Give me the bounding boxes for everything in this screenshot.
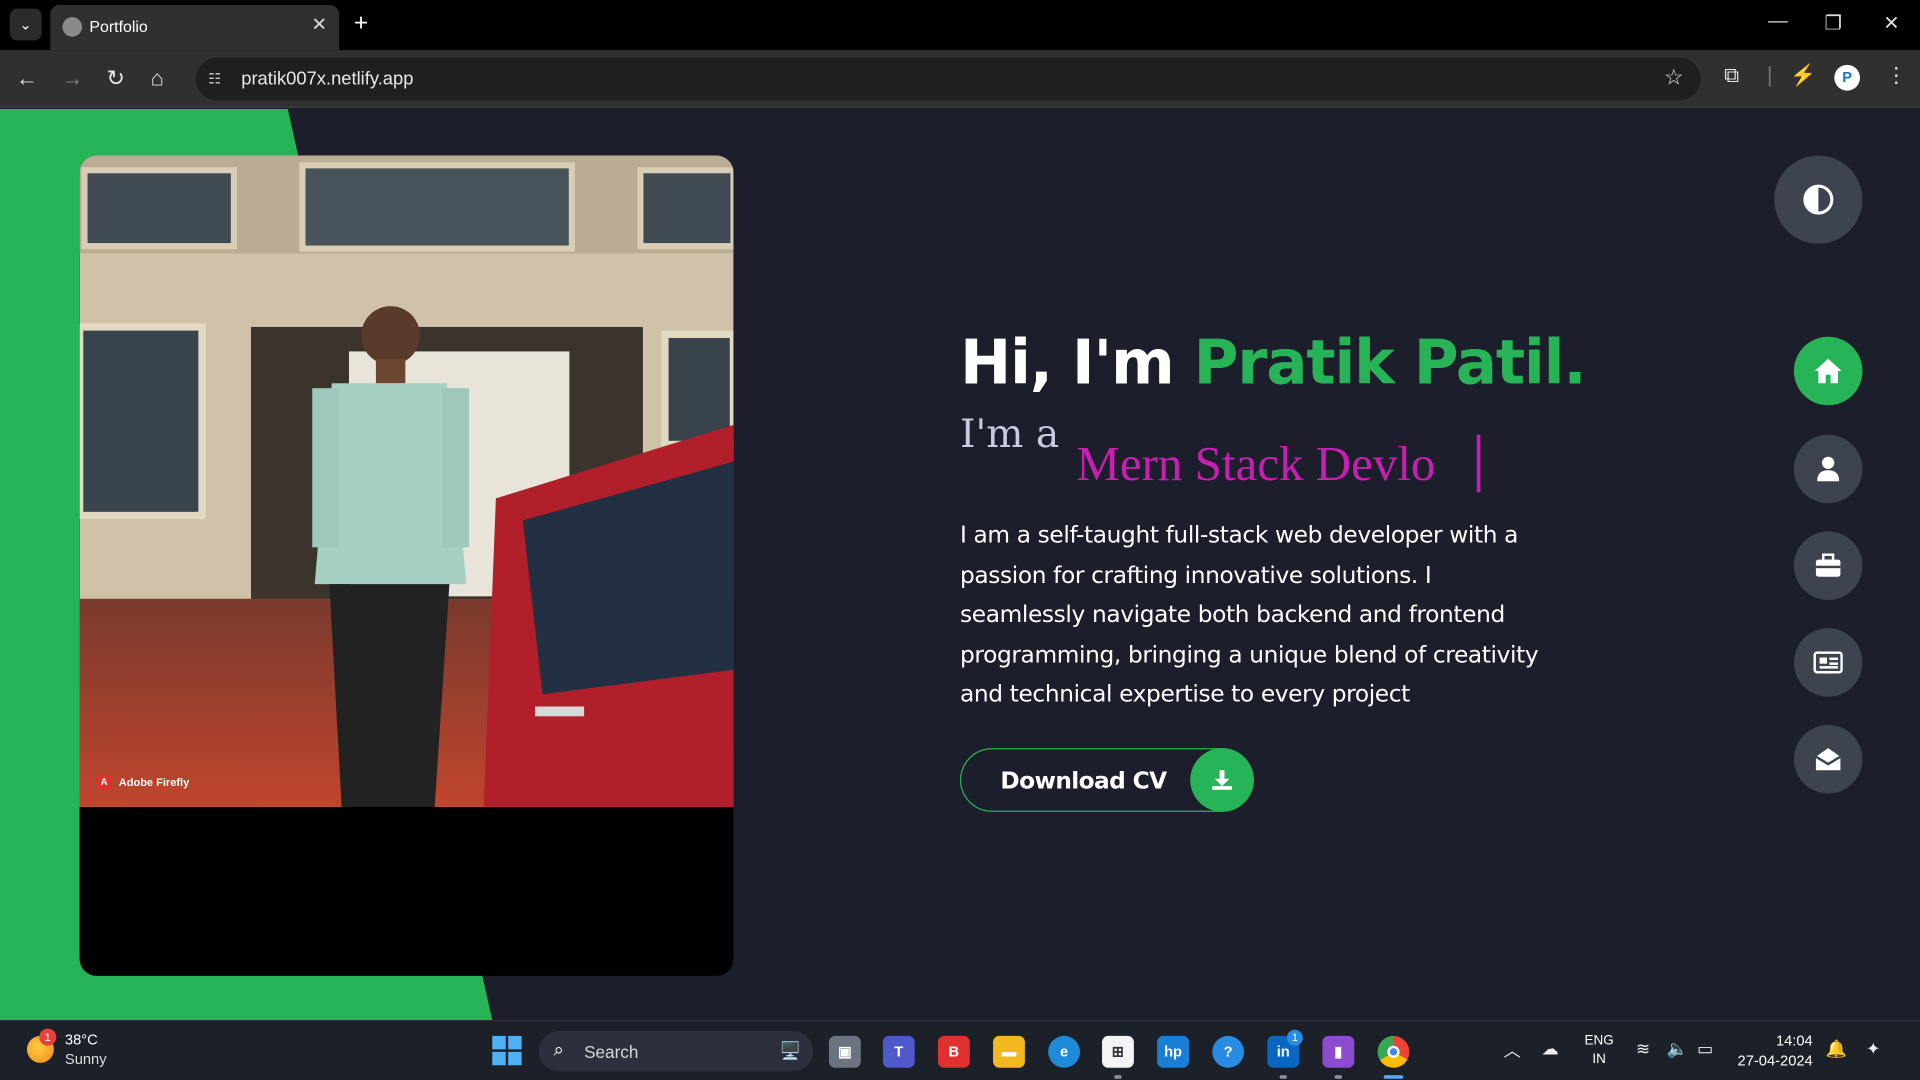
browser-tab[interactable]: Portfolio ✕ (50, 4, 340, 51)
nav-portfolio-button[interactable] (1793, 531, 1863, 601)
bookmark-star-icon[interactable]: ☆ (1664, 65, 1684, 91)
hero-bio: I am a self-taught full-stack web develo… (960, 521, 1539, 709)
clipchamp-icon[interactable]: ▮ (1322, 1035, 1355, 1068)
nav-home-button[interactable] (1793, 336, 1863, 406)
hero-name: Pratik Patil. (1193, 326, 1587, 398)
user-icon (1817, 456, 1840, 482)
nav-about-button[interactable] (1793, 434, 1863, 504)
linkedin-badge: 1 (1286, 1029, 1303, 1046)
hero-greeting: Hi, I'm Pratik Patil. (960, 326, 1587, 398)
battery-icon[interactable]: ▭ (1697, 1038, 1713, 1059)
language-line1: ENG (1584, 1033, 1614, 1049)
performance-icon[interactable]: ⚡ (1790, 64, 1816, 88)
download-cv-button[interactable]: Download CV (960, 748, 1254, 812)
edge-icon[interactable]: e (1048, 1035, 1081, 1068)
browser-toolbar: ← → ↻ ⌂ ☷ pratik007x.netlify.app ☆ ⧉ | ⚡… (0, 50, 1920, 108)
language-line2: IN (1592, 1051, 1606, 1067)
file-explorer-icon[interactable]: ▬ (993, 1035, 1025, 1068)
taskbar-search-box[interactable]: ⌕ Search 🖥️ (538, 1031, 814, 1072)
tab-close-button[interactable]: ✕ (312, 13, 327, 36)
portfolio-page: A Adobe Firefly Hi, I'm Pratik Patil. I'… (0, 108, 1920, 1021)
windows-taskbar: 1 38°C Sunny ⌕ Search 🖥️ ▣ T B ▬ e ⊞ hp … (0, 1020, 1920, 1080)
brave-b-icon[interactable]: B (937, 1035, 970, 1068)
contrast-icon (1803, 184, 1834, 215)
weather-temperature[interactable]: 38°C (65, 1031, 98, 1048)
site-info-icon[interactable]: ☷ (208, 70, 225, 87)
store-running-indicator (1114, 1075, 1122, 1079)
notifications-bell-icon[interactable]: 🔔 (1826, 1038, 1847, 1059)
copilot-icon[interactable]: ✦ (1866, 1038, 1880, 1059)
url-text[interactable]: pratik007x.netlify.app (241, 69, 413, 90)
back-icon[interactable]: ← (16, 65, 38, 92)
reload-icon[interactable]: ↻ (107, 65, 125, 92)
briefcase-icon (1815, 553, 1841, 577)
wifi-icon[interactable]: ≋ (1636, 1038, 1650, 1059)
search-highlight-icon: 🖥️ (779, 1040, 801, 1061)
greeting-prefix: Hi, I'm (960, 326, 1194, 398)
chrome-icon[interactable] (1377, 1035, 1410, 1068)
nav-blog-button[interactable] (1793, 628, 1863, 697)
restore-icon[interactable]: ❐ (1824, 11, 1842, 35)
download-cv-label: Download CV (1000, 767, 1167, 795)
typed-role-text: Mern Stack Devlo (1076, 434, 1481, 493)
menu-kebab-icon[interactable]: ⋮ (1886, 64, 1907, 88)
adobe-firefly-watermark: A Adobe Firefly (96, 775, 190, 790)
microsoft-store-icon[interactable]: ⊞ (1102, 1035, 1134, 1068)
language-indicator[interactable]: ENG IN (1584, 1032, 1613, 1069)
forward-icon[interactable]: → (61, 65, 83, 92)
download-icon[interactable] (1190, 748, 1254, 812)
toolbar-divider: | (1766, 63, 1773, 87)
home-browser-icon[interactable]: ⌂ (151, 65, 164, 92)
nav-contact-button[interactable] (1793, 724, 1863, 794)
address-bar[interactable]: ☷ pratik007x.netlify.app ☆ (195, 57, 1701, 101)
profile-avatar[interactable]: P (1834, 64, 1861, 91)
teams-icon[interactable]: T (882, 1035, 915, 1068)
watermark-text: Adobe Firefly (118, 776, 190, 789)
search-icon: ⌕ (553, 1039, 564, 1061)
close-window-icon[interactable]: ✕ (1883, 11, 1899, 35)
browser-titlebar: ⌄ Portfolio ✕ + — ❐ ✕ (0, 0, 1920, 51)
tab-search-button[interactable]: ⌄ (9, 8, 42, 41)
myhp-icon[interactable]: hp (1157, 1035, 1189, 1068)
extensions-icon[interactable]: ⧉ (1724, 64, 1739, 88)
adobe-logo-icon: A (96, 775, 112, 790)
volume-icon[interactable]: 🔈 (1667, 1038, 1688, 1059)
profile-photo: A Adobe Firefly (79, 155, 734, 807)
newspaper-icon (1813, 651, 1843, 674)
weather-badge: 1 (39, 1028, 57, 1046)
help-icon[interactable]: ? (1212, 1035, 1245, 1068)
profile-photo-card: A Adobe Firefly (79, 155, 734, 976)
envelope-open-icon (1815, 748, 1842, 771)
role-prefix: I'm a (960, 410, 1060, 457)
clipchamp-running-indicator (1334, 1075, 1343, 1079)
clock-date: 27-04-2024 (1737, 1051, 1813, 1069)
weather-condition[interactable]: Sunny (65, 1051, 107, 1068)
chrome-active-indicator (1383, 1075, 1404, 1079)
windows-start-icon[interactable] (492, 1035, 522, 1066)
tab-title: Portfolio (89, 17, 148, 36)
task-view-icon[interactable]: ▣ (828, 1035, 861, 1068)
linkedin-running-indicator (1279, 1075, 1287, 1079)
new-tab-button[interactable]: + (354, 10, 368, 37)
tray-overflow-icon[interactable]: ︿ (1504, 1038, 1521, 1062)
home-icon (1814, 358, 1842, 384)
globe-icon (62, 17, 83, 37)
system-clock[interactable]: 14:04 27-04-2024 (1738, 1031, 1813, 1070)
search-placeholder: Search (584, 1042, 639, 1062)
onedrive-cloud-icon[interactable]: ☁ (1542, 1038, 1559, 1059)
clock-time: 14:04 (1775, 1032, 1813, 1050)
minimize-icon[interactable]: — (1768, 11, 1788, 33)
theme-toggle-button[interactable] (1774, 155, 1863, 244)
